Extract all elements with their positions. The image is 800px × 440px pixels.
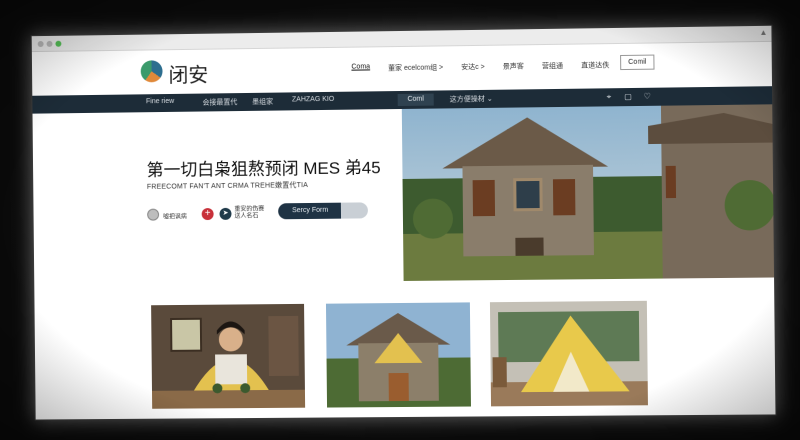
subnav-item-2[interactable]: 会接最置代 xyxy=(202,97,237,107)
subnav-dropdown[interactable]: 这方便操材 ⌄ xyxy=(450,94,493,105)
stone-cottage-illustration xyxy=(401,104,777,281)
gallery-thumb-2[interactable] xyxy=(326,302,471,408)
browser-window: ▲ 闭安 Coma 董家 ecelcom组 > 安达c > 景声客 营组通 直道… xyxy=(30,24,777,421)
compass-icon[interactable]: ➤ xyxy=(219,207,232,220)
hero-subtitle: FREECOMT FAN'T ANT CRMA TREHE嫩置代TIA xyxy=(146,182,309,191)
avatar[interactable] xyxy=(147,208,160,221)
nav-link-2[interactable]: 董家 ecelcom组 > xyxy=(388,62,443,73)
camping-tent-image xyxy=(489,300,648,407)
profile-name: 嘘把讽病 xyxy=(163,214,187,221)
nav-link-3[interactable]: 安达c > xyxy=(461,62,485,72)
chat-icon[interactable]: ▢ xyxy=(622,91,633,102)
gallery-thumb-3[interactable] xyxy=(489,300,648,407)
profile-secondary-line1: 重安的伤赛 xyxy=(234,206,265,213)
comil-button[interactable]: Comil xyxy=(620,54,655,71)
brand-logo-icon[interactable] xyxy=(140,60,163,83)
nav-link-4[interactable]: 景声客 xyxy=(503,61,524,71)
add-button[interactable]: + xyxy=(201,208,214,221)
subnav-item-1[interactable]: Fine riew xyxy=(146,98,174,105)
scroll-up-icon[interactable]: ▲ xyxy=(759,28,767,37)
profile-secondary-label: 重安的伤赛 送人名石 xyxy=(234,206,264,220)
brand-name[interactable]: 闭安 xyxy=(168,59,208,88)
woman-with-blanket-image xyxy=(151,303,306,409)
nav-link-5[interactable]: 营组通 xyxy=(542,61,563,71)
hero-title: 第一切白枭狙熬预闭 MES 弟45 xyxy=(146,158,381,180)
hero-image xyxy=(401,104,777,281)
stone-cottage-image xyxy=(326,302,471,408)
sercy-form-button[interactable]: Sercy Form xyxy=(278,202,368,220)
heart-icon[interactable]: ♡ xyxy=(642,91,653,102)
close-window-button[interactable] xyxy=(37,40,44,48)
profile-secondary-line2: 送人名石 xyxy=(234,213,259,220)
gallery-thumb-1[interactable] xyxy=(151,303,306,409)
nav-link-coma[interactable]: Coma xyxy=(351,63,370,73)
maximize-window-button[interactable] xyxy=(55,40,62,47)
subnav-pill[interactable]: Coml xyxy=(397,93,434,107)
minimize-window-button[interactable] xyxy=(46,40,53,47)
subnav-item-4[interactable]: ZAHZAG KIO xyxy=(292,96,334,104)
subnav-item-3[interactable]: 墨组家 xyxy=(252,97,273,107)
nav-links: Coma 董家 ecelcom组 > 安达c > 景声客 营组通 直道达佚 xyxy=(351,60,627,74)
crosshair-icon[interactable]: ⌖ xyxy=(603,91,614,102)
nav-link-6[interactable]: 直道达佚 xyxy=(581,60,609,70)
